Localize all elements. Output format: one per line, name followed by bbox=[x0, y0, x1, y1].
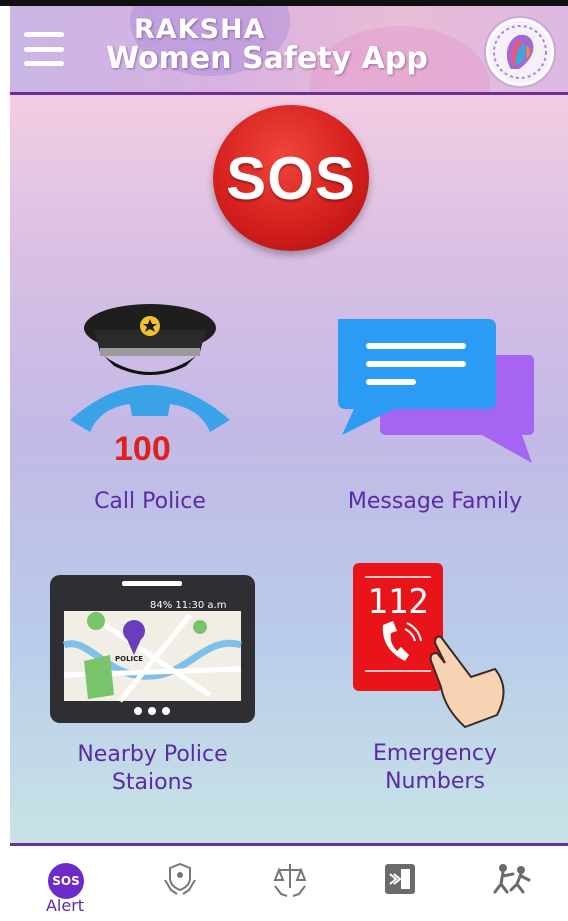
app-frame: RAKSHA Women Safety App SOS 100 Call Pol… bbox=[10, 6, 568, 921]
nearby-police-label-line1: Nearby Police bbox=[77, 742, 228, 767]
law-scales-icon bbox=[273, 864, 307, 897]
sos-alert-icon: SOS bbox=[48, 863, 84, 899]
tablet-status-text: 84% 11:30 a.m bbox=[150, 600, 226, 611]
menu-icon[interactable] bbox=[24, 32, 64, 66]
sos-button[interactable]: SOS bbox=[213, 105, 369, 251]
sos-button-label: SOS bbox=[226, 144, 356, 212]
nav-item-alert[interactable]: SOS Alert bbox=[10, 846, 120, 918]
emergency-numbers-label-line1: Emergency bbox=[372, 741, 498, 766]
emergency-phone-card-icon: 112 bbox=[353, 563, 505, 729]
app-title: RAKSHA Women Safety App bbox=[106, 14, 466, 76]
main-content: SOS 100 Call Police Message Family 84% 1… bbox=[10, 95, 568, 843]
police-number: 100 bbox=[114, 430, 171, 468]
bottom-navigation: SOS Alert bbox=[10, 843, 568, 921]
message-family-label: Message Family bbox=[347, 489, 523, 514]
exit-door-icon bbox=[385, 864, 415, 894]
nav-item-exit[interactable] bbox=[345, 846, 455, 918]
emergency-numbers-tile[interactable]: 112 Emergency Numbers bbox=[325, 557, 545, 802]
self-defense-icon bbox=[493, 864, 531, 894]
emergency-number-text: 112 bbox=[367, 582, 428, 622]
nav-item-law[interactable] bbox=[235, 846, 345, 918]
call-police-label: Call Police bbox=[94, 489, 206, 514]
police-cap-phone-icon bbox=[70, 304, 230, 432]
emergency-numbers-label-line2: Numbers bbox=[385, 769, 485, 794]
call-police-tile[interactable]: 100 Call Police bbox=[50, 300, 250, 520]
nav-item-protection[interactable] bbox=[125, 846, 235, 918]
nearby-police-tile[interactable]: 84% 11:30 a.m POLICE Nearby Police Staio… bbox=[40, 575, 265, 800]
chat-bubbles-icon bbox=[338, 319, 534, 463]
women-face-logo-icon[interactable] bbox=[486, 18, 554, 86]
protection-hands-icon bbox=[164, 862, 196, 895]
app-title-line2: Women Safety App bbox=[106, 41, 428, 76]
nav-item-self-defense[interactable] bbox=[455, 846, 565, 918]
nearby-police-label-line2: Staions bbox=[111, 770, 194, 795]
nav-item-alert-label: Alert bbox=[45, 896, 85, 915]
message-family-tile[interactable]: Message Family bbox=[320, 305, 550, 520]
map-pin-label: POLICE bbox=[115, 655, 143, 663]
app-header: RAKSHA Women Safety App bbox=[10, 6, 568, 95]
tablet-map-icon: 84% 11:30 a.m POLICE bbox=[50, 575, 255, 723]
